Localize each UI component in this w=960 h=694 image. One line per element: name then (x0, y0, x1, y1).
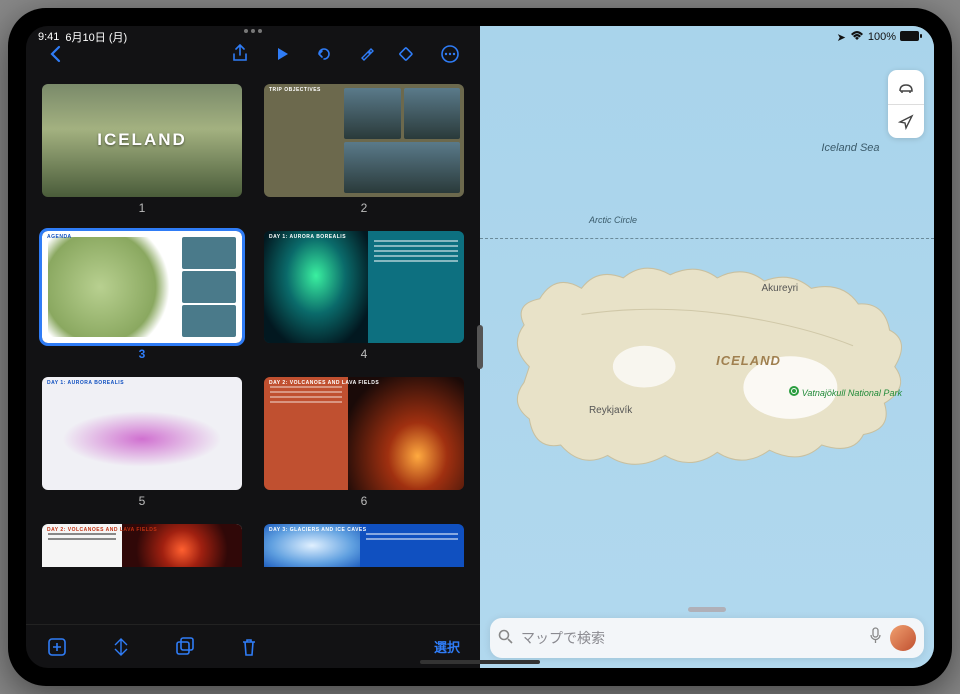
maps-app-pane: Iceland Sea Arctic Circle ICELAND Reykja… (480, 26, 934, 668)
locate-me-button[interactable] (888, 104, 924, 138)
keynote-toolbar (26, 26, 480, 76)
back-button[interactable] (36, 38, 76, 70)
split-view-handle[interactable] (477, 325, 483, 369)
label-iceland: ICELAND (716, 353, 781, 368)
multitask-control-left[interactable] (244, 29, 262, 33)
slide-5-number: 5 (139, 494, 146, 508)
slide-1-number: 1 (139, 201, 146, 215)
slide-thumbnail-6[interactable]: DAY 2: VOLCANOES AND LAVA FIELDS 6 (264, 377, 464, 508)
slide-thumbnail-2[interactable]: TRIP OBJECTIVES 2 (264, 84, 464, 215)
slide-grid[interactable]: ICELAND 1 TRIP OBJECTIVES 2 AGENDA (26, 76, 480, 624)
keynote-app-pane: ICELAND 1 TRIP OBJECTIVES 2 AGENDA (26, 26, 480, 668)
slide-thumbnail-4[interactable]: DAY 1: AURORA BOREALIS 4 (264, 231, 464, 362)
ipad-device-frame: 9:41 6月10日 (月) ➤ 100% (8, 8, 952, 686)
search-card-grabber[interactable] (688, 607, 726, 612)
select-button[interactable]: 選択 (434, 637, 460, 656)
dictation-icon[interactable] (869, 627, 882, 649)
play-button[interactable] (262, 38, 302, 70)
slide-8-title: DAY 3: GLACIERS AND ICE CAVES (269, 527, 367, 533)
slide-2-number: 2 (361, 201, 368, 215)
insert-button[interactable] (388, 38, 428, 70)
map-search-bar[interactable]: マップで検索 (490, 618, 924, 658)
slide-thumbnail-7[interactable]: DAY 2: VOLCANOES AND LAVA FIELDS (42, 524, 242, 568)
slide-thumbnail-1[interactable]: ICELAND 1 (42, 84, 242, 215)
park-pin-icon (789, 386, 799, 396)
slide-7-title: DAY 2: VOLCANOES AND LAVA FIELDS (47, 527, 157, 533)
slide-5-title: DAY 1: AURORA BOREALIS (47, 380, 124, 386)
map-mode-button[interactable] (888, 70, 924, 104)
slide-3-number: 3 (139, 347, 146, 361)
keynote-bottom-toolbar: 選択 (26, 624, 480, 668)
slide-4-number: 4 (361, 347, 368, 361)
reorder-button[interactable] (110, 636, 132, 658)
slide-6-title: DAY 2: VOLCANOES AND LAVA FIELDS (269, 380, 379, 386)
search-icon (498, 629, 513, 648)
label-iceland-sea: Iceland Sea (821, 142, 879, 154)
slide-thumbnail-3[interactable]: AGENDA 3 (42, 231, 242, 362)
slide-4-title: DAY 1: AURORA BOREALIS (269, 234, 346, 240)
iceland-landmass (498, 219, 916, 514)
screen: 9:41 6月10日 (月) ➤ 100% (26, 26, 934, 668)
slide-thumbnail-5[interactable]: DAY 1: AURORA BOREALIS 5 (42, 377, 242, 508)
map-controls (888, 70, 924, 138)
label-vatnajokull-park: Vatnajökull National Park (789, 386, 902, 398)
label-reykjavik: Reykjavík (589, 405, 632, 416)
label-arctic-circle: Arctic Circle (589, 215, 637, 225)
slide-2-title: TRIP OBJECTIVES (269, 87, 321, 93)
slide-3-title: AGENDA (47, 234, 72, 240)
slide-6-number: 6 (361, 494, 368, 508)
delete-button[interactable] (238, 636, 260, 658)
home-indicator[interactable] (420, 660, 540, 664)
undo-button[interactable] (304, 38, 344, 70)
label-akureyri: Akureyri (761, 283, 798, 294)
more-button[interactable] (430, 38, 470, 70)
slide-1-title: ICELAND (97, 130, 187, 150)
map-canvas[interactable]: Iceland Sea Arctic Circle ICELAND Reykja… (480, 26, 934, 668)
duplicate-button[interactable] (174, 636, 196, 658)
share-button[interactable] (220, 38, 260, 70)
user-avatar[interactable] (890, 625, 916, 651)
add-slide-button[interactable] (46, 636, 68, 658)
slide-thumbnail-8[interactable]: DAY 3: GLACIERS AND ICE CAVES (264, 524, 464, 568)
format-brush-button[interactable] (346, 38, 386, 70)
search-placeholder: マップで検索 (521, 628, 861, 648)
